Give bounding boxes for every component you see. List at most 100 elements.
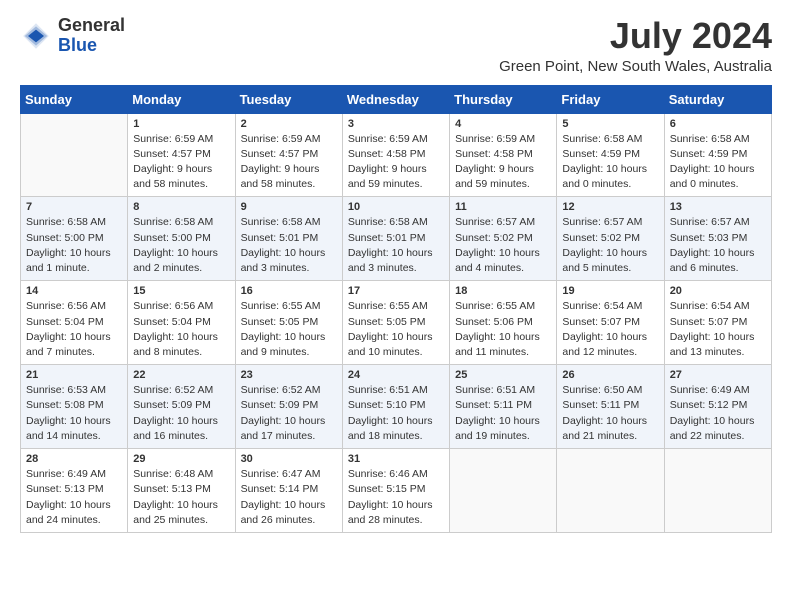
day-number: 30 (241, 453, 337, 465)
day-number: 19 (562, 285, 658, 297)
sunrise: Sunrise: 6:50 AM (562, 384, 642, 396)
calendar-cell: 25 Sunrise: 6:51 AMSunset: 5:11 PMDayligh… (450, 365, 557, 449)
calendar-cell: 3Sunrise: 6:59 AMSunset: 4:58 PMDaylight… (342, 113, 449, 197)
calendar-cell: 2Sunrise: 6:59 AMSunset: 4:57 PMDaylight… (235, 113, 342, 197)
calendar-table: SundayMondayTuesdayWednesdayThursdayFrid… (20, 85, 772, 533)
sunset: Sunset: 5:06 PM (455, 316, 533, 328)
day-number: 29 (133, 453, 229, 465)
daylight: Daylight: 10 hours and 7 minutes. (26, 331, 111, 358)
daylight: Daylight: 10 hours and 0 minutes. (670, 163, 755, 190)
daylight: Daylight: 10 hours and 9 minutes. (241, 331, 326, 358)
calendar-cell: 7Sunrise: 6:58 AMSunset: 5:00 PMDaylight… (21, 197, 128, 281)
daylight: Daylight: 10 hours and 0 minutes. (562, 163, 647, 190)
day-info: Sunrise: 6:51 AMSunset: 5:10 PMDaylight:… (348, 383, 444, 444)
sunrise: Sunrise: 6:54 AM (562, 300, 642, 312)
day-number: 26 (562, 369, 658, 381)
calendar-cell: 20Sunrise: 6:54 AMSunset: 5:07 PMDayligh… (664, 281, 771, 365)
sunrise: Sunrise: 6:56 AM (26, 300, 106, 312)
sunrise: Sunrise: 6:58 AM (670, 133, 750, 145)
weekday-header-row: SundayMondayTuesdayWednesdayThursdayFrid… (21, 85, 772, 113)
day-info: Sunrise: 6:56 AMSunset: 5:04 PMDaylight:… (26, 299, 122, 360)
daylight: Daylight: 10 hours and 3 minutes. (241, 247, 326, 274)
sunrise: Sunrise: 6:54 AM (670, 300, 750, 312)
sunset: Sunset: 5:07 PM (562, 316, 640, 328)
sunset: Sunset: 5:00 PM (26, 232, 104, 244)
calendar-cell: 19Sunrise: 6:54 AMSunset: 5:07 PMDayligh… (557, 281, 664, 365)
day-number: 6 (670, 118, 766, 130)
calendar-cell: 8Sunrise: 6:58 AMSunset: 5:00 PMDaylight… (128, 197, 235, 281)
calendar-cell: 17Sunrise: 6:55 AMSunset: 5:05 PMDayligh… (342, 281, 449, 365)
daylight: Daylight: 10 hours and 24 minutes. (26, 499, 111, 526)
daylight: Daylight: 9 hours and 59 minutes. (455, 163, 534, 190)
daylight: Daylight: 9 hours and 58 minutes. (241, 163, 320, 190)
weekday-header: Friday (557, 85, 664, 113)
sunset: Sunset: 4:59 PM (670, 148, 748, 160)
day-number: 14 (26, 285, 122, 297)
calendar-cell (450, 449, 557, 533)
day-info: Sunrise: 6:48 AMSunset: 5:13 PMDaylight:… (133, 467, 229, 528)
day-number: 23 (241, 369, 337, 381)
day-number: 31 (348, 453, 444, 465)
daylight: Daylight: 10 hours and 10 minutes. (348, 331, 433, 358)
calendar-cell: 16 Sunrise: 6:55 AMSunset: 5:05 PMDayligh… (235, 281, 342, 365)
sunset: Sunset: 5:11 PM (455, 399, 532, 411)
day-info: Sunrise: 6:58 AM Sunset: 5:00 PM Daylight:… (26, 215, 122, 276)
daylight: Daylight: 10 hours and 25 minutes. (133, 499, 218, 526)
sunrise: Sunrise: 6:58 AM (26, 216, 106, 228)
calendar-cell: 27Sunrise: 6:49 AMSunset: 5:12 PMDayligh… (664, 365, 771, 449)
sunset: Sunset: 5:05 PM (241, 316, 319, 328)
day-info: Sunrise: 6:59 AMSunset: 4:57 PMDaylight:… (241, 132, 337, 193)
day-info: Sunrise: 6:58 AM Sunset: 4:59 PM Daylight:… (670, 132, 766, 193)
calendar-cell: 24Sunrise: 6:51 AMSunset: 5:10 PMDayligh… (342, 365, 449, 449)
sunrise: Sunrise: 6:52 AM (133, 384, 213, 396)
daylight: Daylight: 10 hours and 19 minutes. (455, 415, 540, 442)
sunset: Sunset: 5:14 PM (241, 483, 319, 495)
logo-general: General (58, 15, 125, 35)
calendar-week-row: 21 Sunrise: 6:53 AMSunset: 5:08 PMDayligh… (21, 365, 772, 449)
daylight: Daylight: 10 hours and 14 minutes. (26, 415, 111, 442)
day-number: 16 (241, 285, 337, 297)
calendar-cell: 14 Sunrise: 6:56 AMSunset: 5:04 PMDayligh… (21, 281, 128, 365)
calendar-cell: 13Sunrise: 6:57 AMSunset: 5:03 PMDayligh… (664, 197, 771, 281)
calendar-cell: 5Sunrise: 6:58 AMSunset: 4:59 PMDaylight… (557, 113, 664, 197)
calendar-cell: 12Sunrise: 6:57 AMSunset: 5:02 PMDayligh… (557, 197, 664, 281)
sunrise: Sunrise: 6:49 AM (670, 384, 750, 396)
calendar-cell: 11Sunrise: 6:57 AMSunset: 5:02 PMDayligh… (450, 197, 557, 281)
day-info: Sunrise: 6:59 AMSunset: 4:57 PMDaylight:… (133, 132, 229, 193)
sunrise: Sunrise: 6:47 AM (241, 468, 321, 480)
calendar-cell (557, 449, 664, 533)
day-info: Sunrise: 6:55 AMSunset: 5:05 PMDaylight:… (241, 299, 337, 360)
sunset: Sunset: 4:59 PM (562, 148, 640, 160)
page-header: General Blue July 2024 Green Point, New … (20, 16, 772, 75)
day-number: 10 (348, 201, 444, 213)
sunset: Sunset: 5:10 PM (348, 399, 426, 411)
day-info: Sunrise: 6:54 AMSunset: 5:07 PMDaylight:… (562, 299, 658, 360)
title-block: July 2024 Green Point, New South Wales, … (499, 16, 772, 75)
day-number: 8 (133, 201, 229, 213)
sunset: Sunset: 5:15 PM (348, 483, 426, 495)
day-info: Sunrise: 6:53 AMSunset: 5:08 PMDaylight:… (26, 383, 122, 444)
day-number: 20 (670, 285, 766, 297)
sunrise: Sunrise: 6:58 AM (348, 216, 428, 228)
calendar-cell: 26Sunrise: 6:50 AMSunset: 5:11 PMDayligh… (557, 365, 664, 449)
sunset: Sunset: 5:13 PM (26, 483, 104, 495)
day-info: Sunrise: 6:51 AMSunset: 5:11 PMDaylight:… (455, 383, 551, 444)
weekday-header: Thursday (450, 85, 557, 113)
day-number: 9 (241, 201, 337, 213)
day-info: Sunrise: 6:57 AMSunset: 5:03 PMDaylight:… (670, 215, 766, 276)
sunrise: Sunrise: 6:57 AM (455, 216, 535, 228)
sunset: Sunset: 5:02 PM (562, 232, 640, 244)
daylight: Daylight: 10 hours and 13 minutes. (670, 331, 755, 358)
day-info: Sunrise: 6:49 AMSunset: 5:12 PMDaylight:… (670, 383, 766, 444)
daylight: Daylight: 10 hours and 1 minute. (26, 247, 111, 274)
sunrise: Sunrise: 6:49 AM (26, 468, 106, 480)
day-number: 21 (26, 369, 122, 381)
day-info: Sunrise: 6:46 AMSunset: 5:15 PMDaylight:… (348, 467, 444, 528)
day-number: 25 (455, 369, 551, 381)
sunrise: Sunrise: 6:59 AM (348, 133, 428, 145)
calendar-week-row: 7Sunrise: 6:58 AMSunset: 5:00 PMDaylight… (21, 197, 772, 281)
sunset: Sunset: 5:13 PM (133, 483, 211, 495)
sunrise: Sunrise: 6:55 AM (348, 300, 428, 312)
day-number: 22 (133, 369, 229, 381)
calendar-cell: 22Sunrise: 6:52 AMSunset: 5:09 PMDayligh… (128, 365, 235, 449)
